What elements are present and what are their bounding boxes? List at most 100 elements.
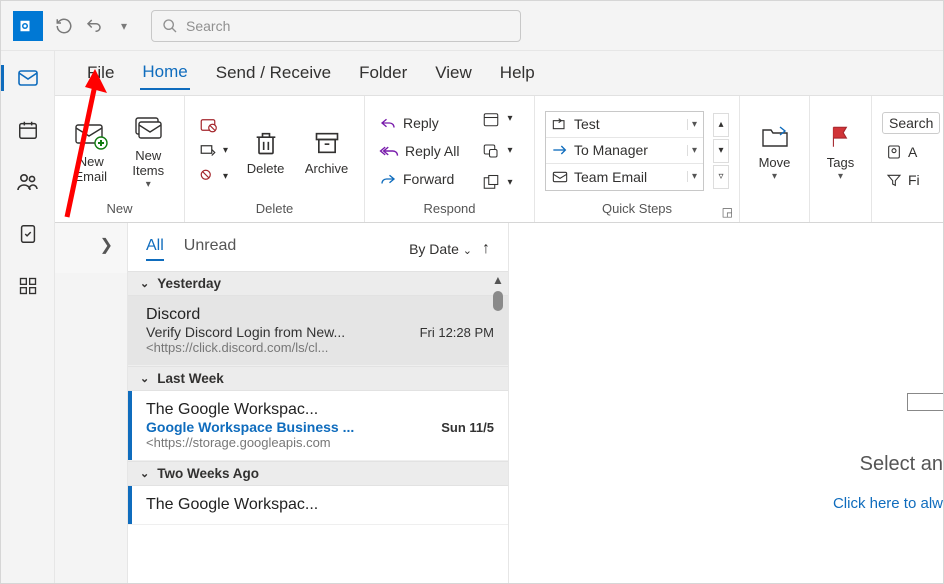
mail-icon — [16, 66, 40, 90]
sort-label: By Date — [409, 241, 459, 257]
tab-view[interactable]: View — [433, 57, 474, 89]
message-item[interactable]: The Google Workspac... Google Workspace … — [128, 391, 508, 461]
filter-email-button[interactable]: Fi — [882, 170, 940, 190]
message-preview: <https://storage.googleapis.com — [146, 435, 494, 450]
group-label: Two Weeks Ago — [157, 466, 259, 481]
tab-folder[interactable]: Folder — [357, 57, 409, 89]
delete-button[interactable]: Delete — [238, 122, 293, 179]
scroll-thumb[interactable] — [493, 291, 503, 311]
reply-icon — [379, 116, 397, 130]
more-icon — [481, 174, 501, 192]
ribbon-group-find: Search A Fi — [872, 96, 943, 222]
ribbon-group-respond: Reply Reply All Forward ▾ ▾ ▾ Respond — [365, 96, 535, 222]
meeting-button[interactable]: ▾ — [477, 108, 516, 130]
group-label-move — [750, 199, 799, 220]
forward-button[interactable]: Forward — [375, 169, 463, 189]
tags-button[interactable]: Tags ▾ — [820, 116, 861, 184]
ribbon-tabs: File Home Send / Receive Folder View Hel… — [55, 51, 943, 95]
rail-calendar[interactable] — [9, 113, 47, 147]
move-folder-icon — [760, 118, 790, 156]
new-email-button[interactable]: New Email — [65, 115, 117, 187]
chevron-down-icon[interactable]: ▾ — [687, 145, 697, 156]
rail-todo[interactable] — [9, 217, 47, 251]
people-icon — [16, 170, 40, 194]
new-items-button[interactable]: New Items ▾ — [123, 109, 175, 192]
group-label-respond: Respond — [375, 199, 524, 220]
dialog-launcher-icon[interactable]: ◲ — [722, 205, 733, 219]
ribbon: New Email New Items ▾ New ▾ ▾ Delete — [55, 95, 943, 223]
group-header[interactable]: ⌄ Two Weeks Ago — [128, 461, 508, 486]
cleanup-button[interactable]: ▾ — [195, 140, 232, 162]
quickstep-label: Test — [574, 116, 600, 132]
reply-all-button[interactable]: Reply All — [375, 141, 463, 161]
scrollbar[interactable]: ▲ — [490, 271, 506, 583]
reading-always-preview-link[interactable]: Click here to alw — [833, 495, 943, 512]
chevron-down-icon: ⌄ — [140, 277, 149, 290]
chevron-down-icon: ⌄ — [140, 372, 149, 385]
refresh-icon[interactable] — [49, 11, 79, 41]
todo-icon — [17, 223, 39, 245]
rail-mail[interactable] — [9, 61, 47, 95]
reply-button[interactable]: Reply — [375, 113, 463, 133]
junk-button[interactable]: ▾ — [195, 166, 232, 188]
group-header[interactable]: ⌄ Yesterday — [128, 271, 508, 296]
undo-icon[interactable] — [79, 11, 109, 41]
tab-file[interactable]: File — [85, 57, 116, 89]
scroll-up-icon[interactable]: ▲ — [492, 273, 504, 287]
filter-unread[interactable]: Unread — [184, 237, 236, 261]
tab-send-receive[interactable]: Send / Receive — [214, 57, 333, 89]
reading-pane: Select an Click here to alw — [509, 223, 943, 583]
filter-icon — [886, 172, 902, 188]
junk-icon — [199, 168, 217, 186]
tab-help[interactable]: Help — [498, 57, 537, 89]
qat-dropdown-icon[interactable]: ▾ — [109, 11, 139, 41]
message-from: The Google Workspac... — [146, 401, 494, 419]
message-from: Discord — [146, 306, 494, 324]
reply-label: Reply — [403, 115, 439, 131]
ribbon-group-quicksteps: Test ▾ To Manager ▾ Team Email ▾ ▴ ▾ ▿ Q… — [535, 96, 740, 222]
chevron-down-icon: ▾ — [146, 179, 151, 191]
rail-people[interactable] — [9, 165, 47, 199]
more-respond-button[interactable]: ▾ — [477, 172, 516, 194]
share-teams-button[interactable]: ▾ — [477, 140, 516, 162]
gallery-more-button[interactable]: ▿ — [713, 165, 729, 189]
chevron-down-icon: ⌄ — [463, 245, 472, 257]
message-item[interactable]: Discord Verify Discord Login from New...… — [128, 296, 508, 366]
tags-label: Tags — [827, 156, 854, 171]
rail-apps[interactable] — [9, 269, 47, 303]
archive-button[interactable]: Archive — [299, 122, 354, 179]
gallery-down-button[interactable]: ▾ — [713, 139, 729, 163]
move-label: Move — [759, 156, 791, 171]
archive-icon — [313, 124, 341, 162]
gallery-up-button[interactable]: ▴ — [713, 113, 729, 137]
quickstep-to-manager[interactable]: To Manager ▾ — [546, 138, 703, 164]
chevron-down-icon: ▾ — [772, 171, 777, 183]
ribbon-group-move: Move ▾ — [740, 96, 810, 222]
move-button[interactable]: Move ▾ — [750, 116, 799, 184]
search-box[interactable]: Search — [151, 10, 521, 42]
sort-by-date[interactable]: By Date ⌄ — [409, 241, 472, 257]
quickstep-test[interactable]: Test ▾ — [546, 112, 703, 138]
group-label-quicksteps: Quick Steps — [545, 199, 729, 220]
folder-pane-collapsed[interactable]: ❯ — [55, 223, 127, 273]
quicksteps-gallery: Test ▾ To Manager ▾ Team Email ▾ — [545, 111, 704, 191]
find-search-input[interactable]: Search — [882, 112, 940, 134]
message-list-header: All Unread By Date ⌄ ↑ — [128, 223, 508, 271]
ignore-button[interactable] — [195, 114, 232, 136]
message-from: The Google Workspac... — [146, 496, 494, 514]
address-book-button[interactable]: A — [882, 142, 940, 162]
chevron-down-icon[interactable]: ▾ — [687, 119, 697, 130]
filter-all[interactable]: All — [146, 237, 164, 261]
quickstep-team-email[interactable]: Team Email ▾ — [546, 164, 703, 189]
filter-label: Fi — [908, 172, 920, 188]
ignore-icon — [199, 116, 217, 134]
tab-home[interactable]: Home — [140, 56, 189, 90]
new-items-label: New Items — [132, 149, 164, 179]
sort-direction-button[interactable]: ↑ — [482, 240, 490, 258]
delete-icon — [252, 124, 280, 162]
search-placeholder: Search — [186, 18, 230, 34]
message-item[interactable]: The Google Workspac... — [128, 486, 508, 525]
chevron-down-icon[interactable]: ▾ — [687, 171, 697, 182]
reply-all-label: Reply All — [405, 143, 459, 159]
group-header[interactable]: ⌄ Last Week — [128, 366, 508, 391]
